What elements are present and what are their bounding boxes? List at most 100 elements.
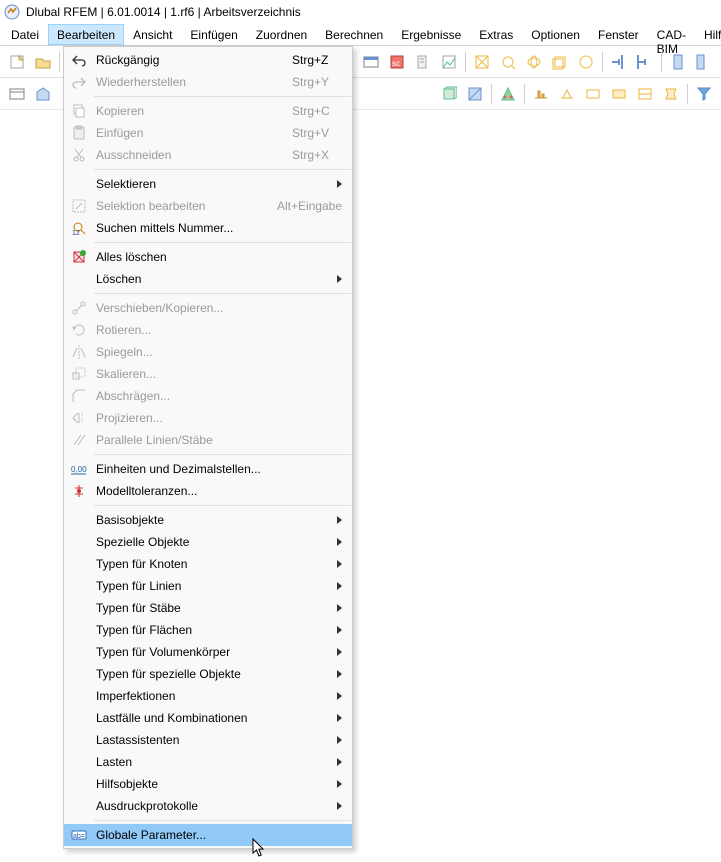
blank-icon xyxy=(68,621,90,639)
tb-icon[interactable] xyxy=(470,50,494,74)
menu-member-types[interactable]: Typen für Stäbe xyxy=(64,597,352,619)
menu-solid-types[interactable]: Typen für Volumenkörper xyxy=(64,641,352,663)
menu-extras[interactable]: Extras xyxy=(470,24,522,45)
menu-loads[interactable]: Lasten xyxy=(64,751,352,773)
tb-icon[interactable] xyxy=(659,82,683,106)
menu-ergebnisse[interactable]: Ergebnisse xyxy=(392,24,470,45)
menu-imperfections[interactable]: Imperfektionen xyxy=(64,685,352,707)
tb-icon[interactable] xyxy=(633,50,657,74)
menu-item-label: Rückgängig xyxy=(96,53,272,67)
tb-icon[interactable] xyxy=(574,50,598,74)
submenu-arrow-icon xyxy=(337,802,342,810)
menu-undo[interactable]: Rückgängig Strg+Z xyxy=(64,49,352,71)
menu-berechnen[interactable]: Berechnen xyxy=(316,24,392,45)
menu-delete[interactable]: Löschen xyxy=(64,268,352,290)
menu-tolerances[interactable]: Modelltoleranzen... xyxy=(64,480,352,502)
menu-global-parameters[interactable]: ab= Globale Parameter... xyxy=(64,824,352,846)
menu-item-label: Selektion bearbeiten xyxy=(96,199,257,213)
menu-mirror[interactable]: Spiegeln... xyxy=(64,341,352,363)
blank-icon xyxy=(68,175,90,193)
menu-copy[interactable]: Kopieren Strg+C xyxy=(64,100,352,122)
tb-icon[interactable] xyxy=(555,82,579,106)
menu-edit-selection[interactable]: Selektion bearbeiten Alt+Eingabe xyxy=(64,195,352,217)
menu-zuordnen[interactable]: Zuordnen xyxy=(247,24,316,45)
menu-fenster[interactable]: Fenster xyxy=(589,24,648,45)
tb-sep xyxy=(524,84,525,104)
tb-icon[interactable] xyxy=(633,82,657,106)
tb-funnel-icon[interactable] xyxy=(692,82,716,106)
tb-icon[interactable] xyxy=(692,50,716,74)
menu-scale[interactable]: Skalieren... xyxy=(64,363,352,385)
delete-all-icon xyxy=(68,248,90,266)
menu-units[interactable]: 0,00 Einheiten und Dezimalstellen... xyxy=(64,458,352,480)
menu-shortcut: Alt+Eingabe xyxy=(257,199,342,213)
tb-sep xyxy=(59,52,60,72)
tb-icon[interactable] xyxy=(548,50,572,74)
menu-paste[interactable]: Einfügen Strg+V xyxy=(64,122,352,144)
menu-basic-objects[interactable]: Basisobjekte xyxy=(64,509,352,531)
menu-cad-bim[interactable]: CAD-BIM xyxy=(648,24,695,45)
tolerance-icon xyxy=(68,482,90,500)
scale-icon xyxy=(68,365,90,383)
tb-icon[interactable] xyxy=(5,82,29,106)
menu-item-label: Löschen xyxy=(96,272,337,286)
blank-icon xyxy=(68,687,90,705)
tb-icon[interactable] xyxy=(463,82,487,106)
tb-icon[interactable] xyxy=(607,82,631,106)
menu-node-types[interactable]: Typen für Knoten xyxy=(64,553,352,575)
tb-icon[interactable] xyxy=(359,50,383,74)
tb-icon[interactable] xyxy=(522,50,546,74)
menu-item-label: Selektieren xyxy=(96,177,337,191)
menu-printouts[interactable]: Ausdruckprotokolle xyxy=(64,795,352,817)
tb-icon[interactable] xyxy=(496,82,520,106)
menu-select[interactable]: Selektieren xyxy=(64,173,352,195)
svg-text:12: 12 xyxy=(72,230,80,236)
tb-icon[interactable] xyxy=(411,50,435,74)
submenu-arrow-icon xyxy=(337,714,342,722)
menu-optionen[interactable]: Optionen xyxy=(522,24,589,45)
menu-ansicht[interactable]: Ansicht xyxy=(124,24,181,45)
tb-icon[interactable] xyxy=(607,50,631,74)
menu-surface-types[interactable]: Typen für Flächen xyxy=(64,619,352,641)
tb-icon[interactable] xyxy=(437,50,461,74)
menu-separator xyxy=(94,293,351,294)
menu-redo[interactable]: Wiederherstellen Strg+Y xyxy=(64,71,352,93)
menu-load-assistants[interactable]: Lastassistenten xyxy=(64,729,352,751)
menu-cut[interactable]: Ausschneiden Strg+X xyxy=(64,144,352,166)
paste-icon xyxy=(68,124,90,142)
menu-separator xyxy=(94,169,351,170)
menu-delete-all[interactable]: Alles löschen xyxy=(64,246,352,268)
menu-line-types[interactable]: Typen für Linien xyxy=(64,575,352,597)
menu-helpers[interactable]: Hilfsobjekte xyxy=(64,773,352,795)
tb-icon[interactable] xyxy=(581,82,605,106)
menu-find-by-number[interactable]: 12 Suchen mittels Nummer... xyxy=(64,217,352,239)
edit-selection-icon xyxy=(68,197,90,215)
cut-icon xyxy=(68,146,90,164)
tb-icon[interactable] xyxy=(31,82,55,106)
menu-item-label: Typen für Flächen xyxy=(96,623,337,637)
menu-rotate[interactable]: Rotieren... xyxy=(64,319,352,341)
tb-open-icon[interactable] xyxy=(31,50,55,74)
blank-icon xyxy=(68,555,90,573)
menu-bevel[interactable]: Abschrägen... xyxy=(64,385,352,407)
menu-loadcases[interactable]: Lastfälle und Kombinationen xyxy=(64,707,352,729)
menu-project[interactable]: Projizieren... xyxy=(64,407,352,429)
menu-bearbeiten[interactable]: Bearbeiten xyxy=(48,24,124,45)
units-icon: 0,00 xyxy=(68,460,90,478)
menu-hilfe[interactable]: Hilfe xyxy=(695,24,721,45)
tb-icon[interactable] xyxy=(437,82,461,106)
menu-special-objects[interactable]: Spezielle Objekte xyxy=(64,531,352,553)
tb-icon[interactable]: sc xyxy=(385,50,409,74)
tb-icon[interactable] xyxy=(529,82,553,106)
menu-datei[interactable]: Datei xyxy=(2,24,48,45)
tb-icon[interactable] xyxy=(666,50,690,74)
menu-item-label: Spezielle Objekte xyxy=(96,535,337,549)
tb-new-icon[interactable] xyxy=(5,50,29,74)
menu-einfuegen[interactable]: Einfügen xyxy=(181,24,246,45)
menu-move-copy[interactable]: Verschieben/Kopieren... xyxy=(64,297,352,319)
tb-icon[interactable] xyxy=(496,50,520,74)
menu-parallel[interactable]: Parallele Linien/Stäbe xyxy=(64,429,352,451)
menu-special-types[interactable]: Typen für spezielle Objekte xyxy=(64,663,352,685)
menu-item-label: Lastassistenten xyxy=(96,733,337,747)
tb-sep xyxy=(661,52,662,72)
